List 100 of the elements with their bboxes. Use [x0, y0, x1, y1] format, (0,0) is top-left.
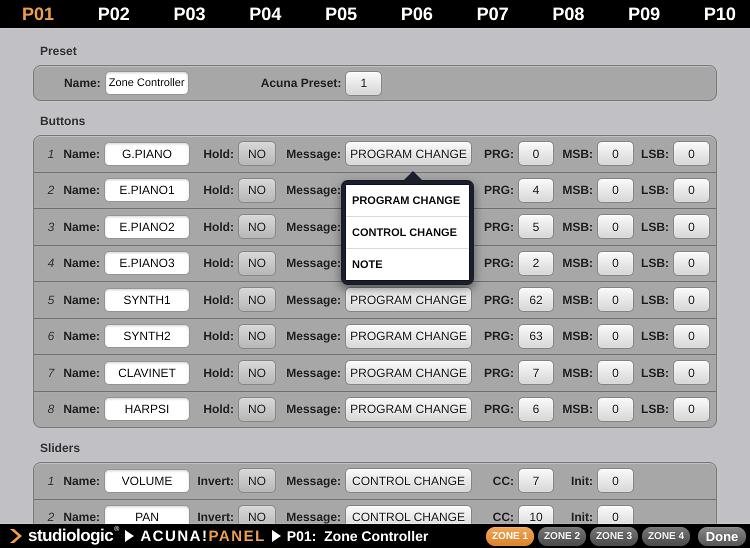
zone-button[interactable]: ZONE 4	[642, 526, 690, 546]
text-field[interactable]: VOLUME	[104, 468, 190, 493]
field-label: Name:	[62, 402, 101, 416]
page-tab[interactable]: P06	[400, 4, 433, 24]
row-number: 4	[46, 256, 56, 270]
hold-button[interactable]: NO	[238, 214, 276, 240]
page-tab[interactable]: P01	[22, 4, 54, 24]
page-tab[interactable]: P05	[325, 4, 358, 24]
value-button[interactable]: 63	[518, 324, 554, 349]
message-button[interactable]: PROGRAM CHANGE	[345, 287, 472, 312]
value-button[interactable]: 0	[673, 250, 710, 276]
menu-item[interactable]: PROGRAM CHANGE	[346, 185, 469, 216]
value-button[interactable]: 0	[597, 396, 634, 422]
field-label: LSB:	[640, 366, 670, 380]
field-label: LSB:	[640, 329, 670, 344]
field-label: Message:	[285, 402, 342, 416]
field-label: Name:	[64, 76, 102, 90]
page-tab[interactable]: P08	[552, 4, 584, 24]
value-button[interactable]: 0	[597, 287, 634, 312]
field-label: PRG:	[483, 329, 515, 344]
value-button[interactable]: 7	[518, 360, 554, 386]
value-button[interactable]: 0	[597, 360, 634, 386]
page-tab[interactable]: P09	[628, 4, 660, 24]
text-field[interactable]: E.PIANO3	[104, 251, 190, 276]
message-button[interactable]: PROGRAM CHANGE	[345, 324, 472, 349]
page-tab[interactable]: P02	[98, 4, 130, 24]
text-field[interactable]: E.PIANO1	[104, 178, 190, 202]
value-button[interactable]: 0	[597, 178, 634, 203]
value-button[interactable]: 62	[518, 287, 554, 312]
value-button[interactable]: 5	[518, 214, 554, 240]
hold-button[interactable]: NO	[238, 250, 276, 276]
text-field[interactable]: SYNTH2	[104, 324, 190, 348]
field-label: CC:	[492, 510, 515, 524]
hold-button[interactable]: NO	[238, 360, 276, 386]
message-button[interactable]: CONTROL CHANGE	[345, 468, 472, 494]
row-number: 8	[46, 402, 56, 416]
page-tab[interactable]: P10	[704, 4, 736, 24]
page-tab[interactable]: P07	[476, 4, 509, 24]
field-label: PRG:	[483, 402, 515, 416]
preset-title: P01: Zone Controller	[286, 528, 428, 544]
value-button[interactable]: 0	[673, 396, 710, 422]
value-button[interactable]: 7	[518, 468, 554, 494]
hold-button[interactable]: NO	[238, 178, 276, 203]
preset-name-field[interactable]: Zone Controller	[104, 71, 189, 95]
field-label: Message:	[285, 256, 342, 270]
play-arrow-icon	[125, 530, 134, 542]
message-button[interactable]: PROGRAM CHANGE	[345, 141, 472, 166]
field-label: Name:	[62, 474, 101, 488]
value-button[interactable]: 0	[597, 324, 634, 349]
value-button[interactable]: 2	[518, 250, 554, 276]
value-button[interactable]: 0	[673, 360, 710, 386]
field-label: Acuna Preset:	[260, 76, 342, 90]
value-button[interactable]: 4	[518, 178, 554, 203]
field-label: PRG:	[483, 366, 515, 380]
text-field[interactable]: CLAVINET	[104, 360, 190, 385]
hold-button[interactable]: NO	[238, 324, 276, 349]
registered-mark: ®	[114, 526, 120, 533]
value-button[interactable]: 0	[673, 287, 710, 312]
menu-item[interactable]: CONTROL CHANGE	[346, 216, 469, 248]
zone-button[interactable]: ZONE 2	[538, 526, 586, 546]
text-field[interactable]: G.PIANO	[104, 142, 190, 166]
value-button[interactable]: 0	[673, 324, 710, 349]
field-label: Hold:	[202, 146, 235, 161]
value-button[interactable]: 6	[518, 396, 554, 422]
value-button[interactable]: 0	[597, 214, 634, 240]
field-label: MSB:	[561, 146, 594, 161]
menu-item[interactable]: NOTE	[346, 248, 469, 280]
hold-button[interactable]: NO	[238, 287, 276, 312]
invert-button[interactable]: NO	[238, 504, 276, 524]
value-button[interactable]: 0	[597, 468, 634, 494]
field-label: Hold:	[202, 183, 235, 198]
field-label: Hold:	[202, 366, 235, 380]
value-button[interactable]: 0	[597, 250, 634, 276]
message-button[interactable]: PROGRAM CHANGE	[345, 396, 472, 422]
value-button[interactable]: 0	[597, 504, 634, 524]
value-button[interactable]: 0	[518, 141, 554, 166]
page-tab[interactable]: P04	[249, 4, 282, 24]
value-button[interactable]: 0	[597, 141, 634, 166]
page-tab[interactable]: P03	[174, 4, 206, 24]
message-button[interactable]: PROGRAM CHANGE	[345, 360, 472, 386]
value-button[interactable]: 0	[673, 214, 710, 240]
row-number: 6	[46, 329, 56, 344]
field-label: MSB:	[561, 220, 594, 234]
value-button[interactable]: 0	[673, 178, 710, 203]
field-label: Name:	[62, 146, 101, 161]
field-label: LSB:	[640, 146, 670, 161]
done-button[interactable]: Done	[698, 526, 746, 546]
zone-button[interactable]: ZONE 3	[590, 526, 638, 546]
text-field[interactable]: E.PIANO2	[104, 214, 190, 239]
value-button[interactable]: 0	[673, 141, 710, 166]
text-field[interactable]: SYNTH1	[104, 288, 190, 312]
value-button[interactable]: 10	[518, 504, 554, 524]
field-label: LSB:	[640, 256, 670, 270]
message-button[interactable]: CONTROL CHANGE	[345, 504, 472, 524]
text-field[interactable]: PAN	[104, 505, 190, 524]
text-field[interactable]: HARPSI	[104, 397, 190, 422]
preset-number-button[interactable]: 1	[345, 70, 382, 96]
invert-button[interactable]: NO	[238, 468, 276, 494]
hold-button[interactable]: NO	[238, 396, 276, 422]
hold-button[interactable]: NO	[238, 141, 276, 166]
